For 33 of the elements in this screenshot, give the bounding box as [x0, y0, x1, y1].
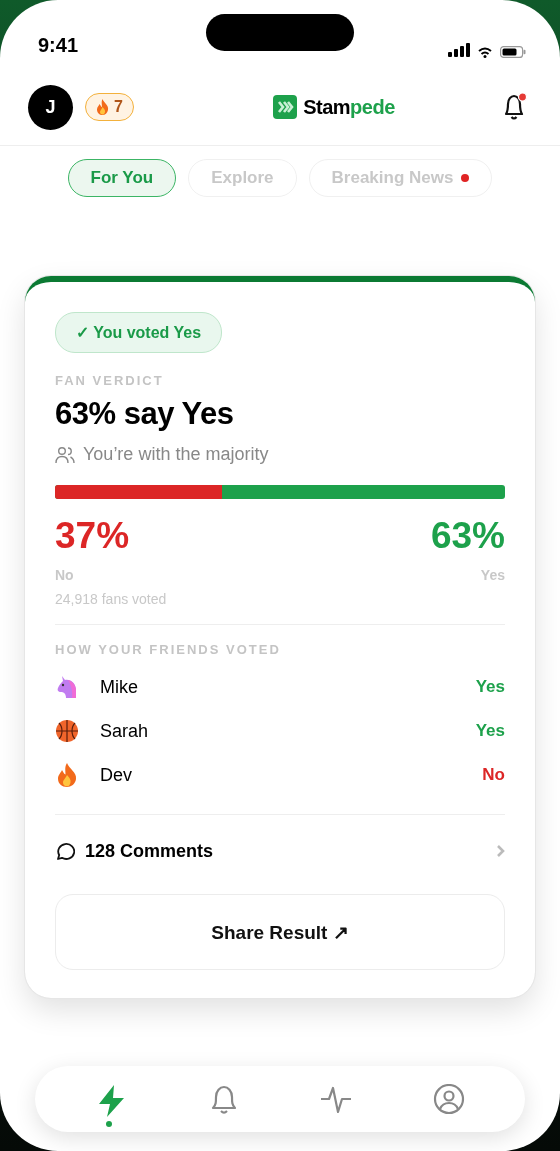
friend-vote: Yes	[475, 721, 505, 741]
result-headline: 63% say Yes	[55, 396, 235, 432]
friend-vote: Yes	[475, 677, 505, 697]
status-time: 9:41	[38, 33, 79, 57]
friend-name: Sarah	[100, 720, 149, 742]
comment-icon	[55, 841, 75, 861]
chevron-right-icon	[496, 844, 505, 858]
comments-count: 128 Comments	[85, 840, 214, 862]
section-label: HOW YOUR FRIENDS VOTED	[55, 642, 282, 657]
section-label: FAN VERDICT	[55, 373, 165, 388]
share-button[interactable]: Share Result ↗	[55, 894, 505, 970]
comments-row[interactable]: 128 Comments	[55, 835, 505, 867]
people-icon	[55, 445, 75, 464]
vote-status-badge: ✓ You voted Yes	[55, 312, 223, 353]
majority-text: You’re with the majority	[83, 444, 269, 465]
friend-name: Dev	[100, 764, 132, 786]
friend-vote: No	[482, 765, 505, 785]
feed-tab[interactable]: For You	[67, 159, 177, 197]
signal-icon	[448, 42, 470, 58]
wifi-icon	[478, 45, 492, 58]
unicorn-icon	[55, 675, 79, 699]
app-logo-text: Stampede	[303, 95, 395, 119]
streak-count: 7	[114, 98, 123, 116]
flame-icon	[96, 99, 109, 115]
user-avatar[interactable]: J	[28, 84, 73, 130]
flame-icon	[55, 763, 79, 787]
battery-icon	[500, 45, 526, 58]
friend-name: Mike	[100, 676, 138, 698]
logo-icon	[273, 95, 298, 119]
percent-value: 63%	[430, 515, 505, 557]
streak-badge[interactable]: 7	[85, 93, 134, 121]
basketball-icon	[55, 719, 79, 743]
percent-value: 37%	[55, 515, 130, 557]
